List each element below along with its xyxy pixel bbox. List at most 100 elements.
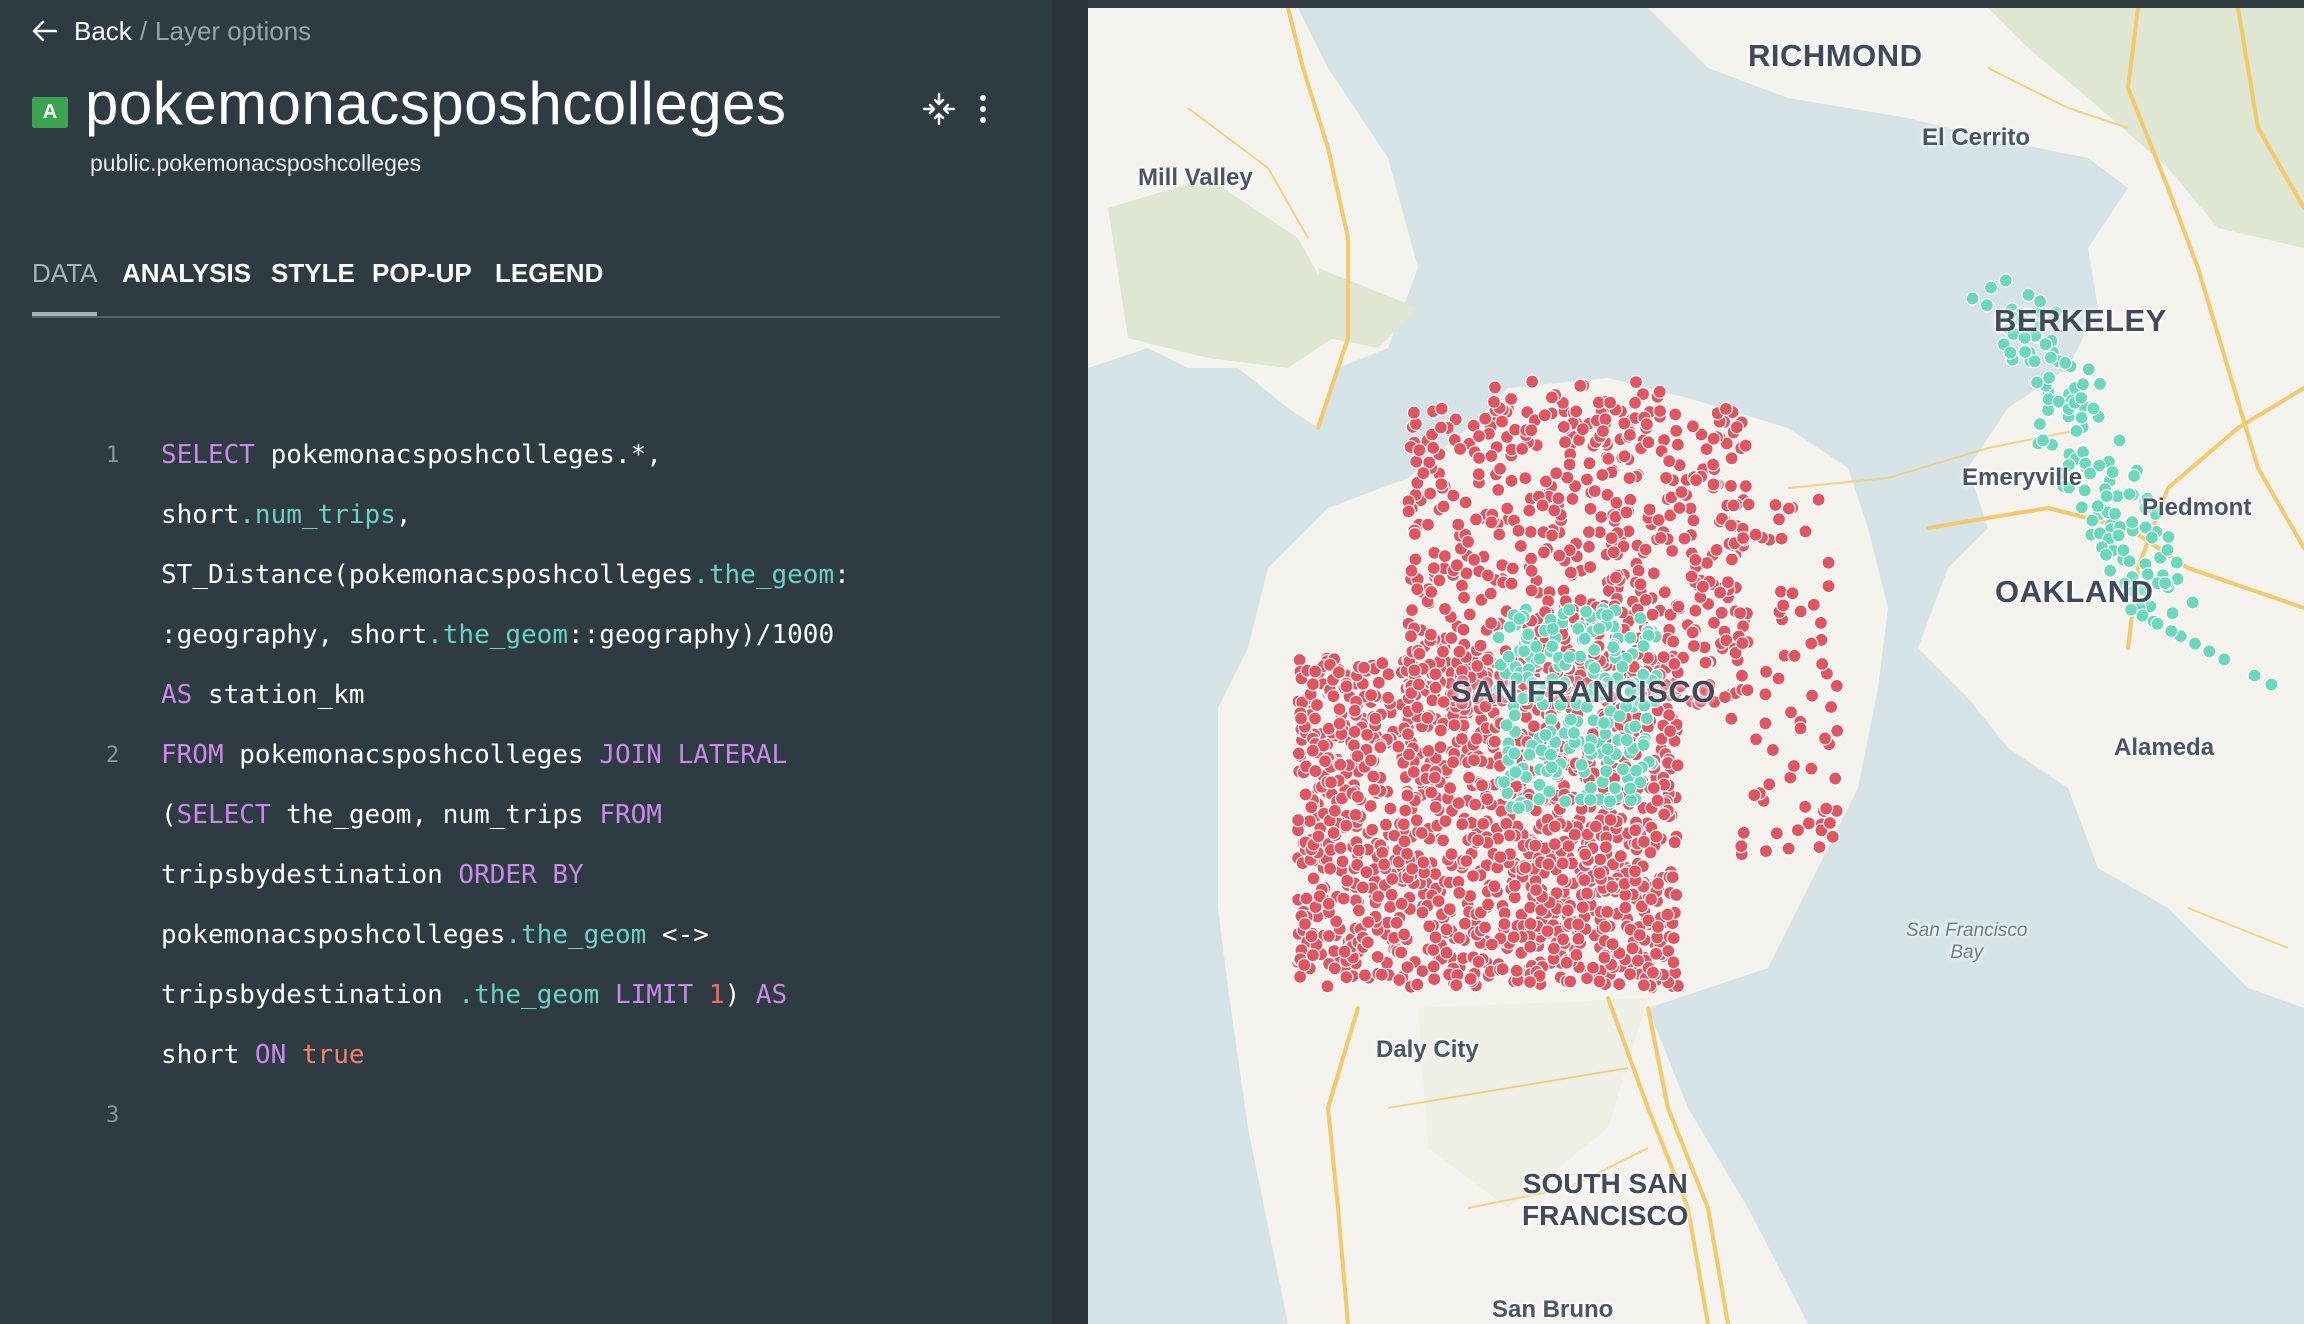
map-point-red[interactable] [1359,865,1374,880]
map-point-red[interactable] [1469,731,1484,746]
map-point-red[interactable] [1523,524,1538,540]
map-point-red[interactable] [1706,477,1721,492]
map-point-green[interactable] [2092,376,2108,391]
map-point-red[interactable] [1487,734,1502,749]
code-line[interactable]: FROM pokemonacsposhcolleges JOIN LATERAL [161,740,787,770]
map-point-red[interactable] [1335,854,1350,869]
map-point-red[interactable] [1447,718,1462,733]
map-point-green[interactable] [1522,747,1537,762]
map-point-red[interactable] [1421,743,1436,759]
map-point-red[interactable] [1433,723,1448,738]
map-point-green[interactable] [2018,344,2033,360]
map-point-green[interactable] [2074,500,2089,515]
layer-title[interactable]: pokemonacsposhcolleges [85,66,786,142]
map-point-red[interactable] [1587,484,1602,499]
map-point-red[interactable] [1748,527,1763,542]
map-point-red[interactable] [1420,517,1436,532]
map-point-red[interactable] [1437,601,1453,617]
map-point-red[interactable] [1437,548,1452,564]
map-point-red[interactable] [1563,974,1578,989]
map-point-red[interactable] [1304,800,1319,815]
map-point-red[interactable] [1595,467,1610,482]
map-point-red[interactable] [1785,586,1800,601]
map-point-red[interactable] [1814,656,1830,672]
more-options-icon[interactable] [976,92,990,126]
map-point-red[interactable] [1415,905,1430,920]
map-point-red[interactable] [1783,770,1798,785]
map-point-red[interactable] [1439,945,1454,960]
map-point-red[interactable] [1432,573,1447,588]
map-point-red[interactable] [1783,705,1799,720]
map-point-red[interactable] [1471,467,1486,482]
map-point-red[interactable] [1428,799,1443,815]
map-point-red[interactable] [1741,497,1756,512]
map-point-red[interactable] [1294,711,1309,726]
map-point-red[interactable] [1547,837,1562,852]
map-point-red[interactable] [1657,807,1672,822]
map-point-red[interactable] [1466,868,1481,884]
map-point-green[interactable] [2187,636,2203,651]
map-point-red[interactable] [1650,793,1665,808]
map-point-red[interactable] [1666,634,1681,649]
map-point-red[interactable] [1323,861,1338,876]
map-point-red[interactable] [1356,660,1372,675]
map-point-red[interactable] [1405,861,1420,876]
map-point-red[interactable] [1672,500,1687,516]
map-point-red[interactable] [1453,441,1468,457]
map-point-red[interactable] [1403,629,1419,644]
map-point-green[interactable] [2075,445,2091,460]
map-point-red[interactable] [1604,879,1620,895]
map-point-red[interactable] [1397,834,1412,849]
map-point-red[interactable] [1443,780,1458,796]
map-point-red[interactable] [1537,408,1552,423]
map-point-red[interactable] [1427,971,1442,987]
map-point-green[interactable] [2112,433,2127,448]
map-point-red[interactable] [1435,644,1451,659]
code-line[interactable]: SELECT pokemonacsposhcolleges.*, [161,440,662,470]
map-point-red[interactable] [1347,724,1362,739]
map-point-red[interactable] [1331,665,1346,680]
map-point-red[interactable] [1375,656,1390,671]
map-point-green[interactable] [2082,466,2098,481]
map-point-red[interactable] [1642,502,1657,517]
map-point-red[interactable] [1668,407,1683,422]
map-point-green[interactable] [2021,287,2036,302]
map-point-red[interactable] [1717,689,1733,705]
map-point-green[interactable] [2075,377,2091,392]
map-point-red[interactable] [1308,764,1323,779]
map-point-red[interactable] [1323,775,1339,790]
map-point-red[interactable] [1588,819,1603,834]
map-point-green[interactable] [1622,781,1638,796]
map-point-red[interactable] [1364,687,1379,703]
map-point-red[interactable] [1524,563,1539,579]
map-point-red[interactable] [1522,503,1537,518]
map-point-red[interactable] [1371,889,1386,904]
map-point-red[interactable] [1688,603,1703,618]
map-point-red[interactable] [1401,747,1417,762]
map-point-green[interactable] [1623,793,1638,808]
map-point-red[interactable] [1339,970,1354,985]
map-point-green[interactable] [1544,760,1559,775]
map-point-red[interactable] [1476,816,1491,832]
map-point-red[interactable] [1459,853,1474,869]
map-point-red[interactable] [1631,563,1646,578]
map-point-red[interactable] [1308,664,1323,679]
map-point-red[interactable] [1817,731,1833,746]
map-point-green[interactable] [1582,741,1597,756]
map-point-red[interactable] [1567,827,1582,842]
map-point-red[interactable] [1394,945,1409,960]
map-point-red[interactable] [1458,495,1473,510]
map-point-green[interactable] [1587,660,1602,676]
map-point-red[interactable] [1627,864,1643,879]
map-point-red[interactable] [1360,935,1375,950]
map-point-red[interactable] [1677,531,1692,546]
map-point-red[interactable] [1347,703,1362,718]
map-point-green[interactable] [2032,416,2048,432]
map-point-green[interactable] [1511,800,1526,816]
map-point-red[interactable] [1769,826,1784,841]
map-point-red[interactable] [1821,555,1836,570]
back-link[interactable]: Back [74,16,132,47]
map-point-red[interactable] [1562,457,1577,472]
map-point-green[interactable] [2074,410,2089,425]
map-point-green[interactable] [1529,639,1544,654]
